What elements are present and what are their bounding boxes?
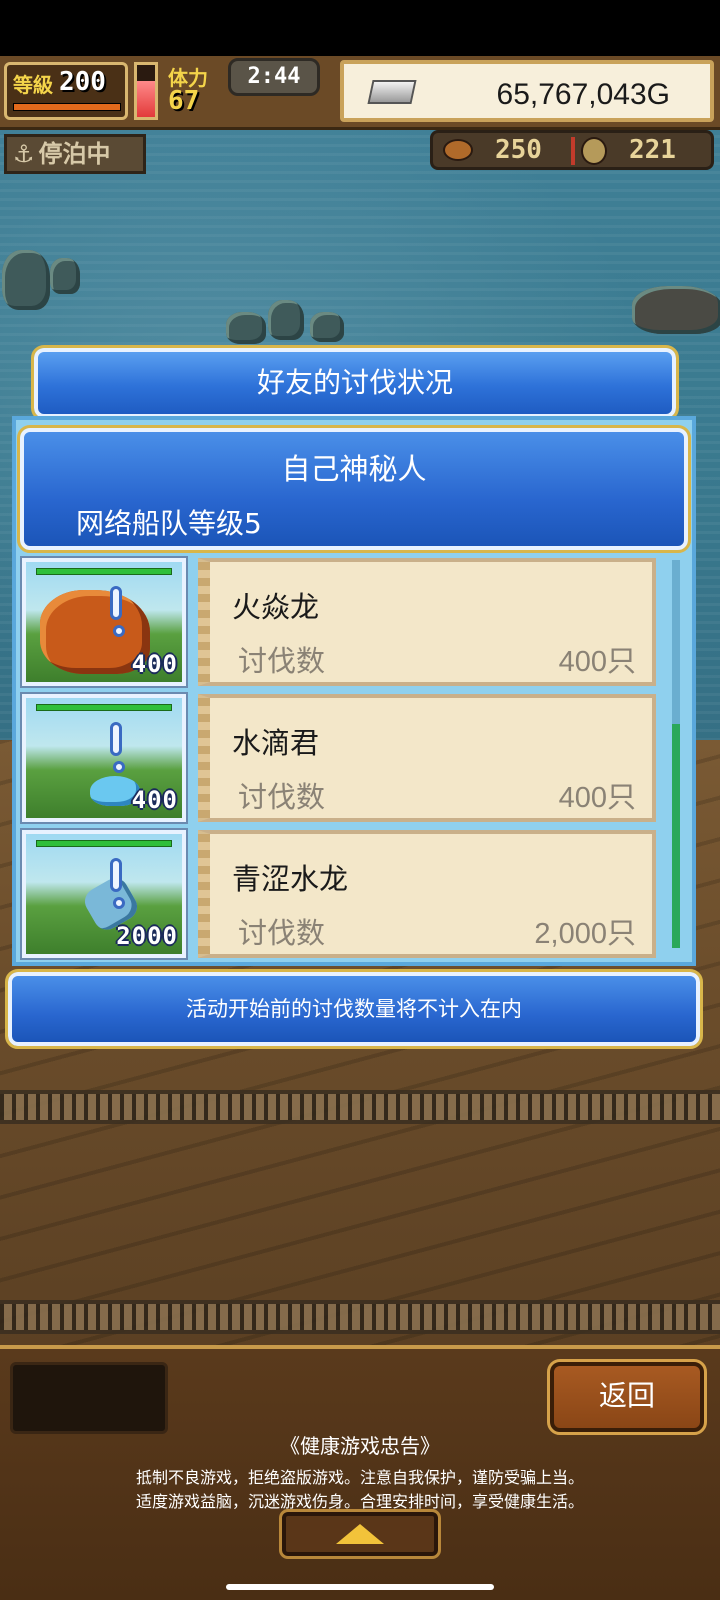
silver-ingot-icon [367, 80, 417, 104]
health-advice-line: 抵制不良游戏，拒绝盗版游戏。注意自我保护，谨防受骗上当。 [135, 1468, 584, 1487]
kill-target-badge: 2000 [116, 922, 178, 950]
back-button[interactable]: 返回 [547, 1359, 707, 1435]
entry-card: 火焱龙 讨伐数 400只 [198, 558, 656, 686]
water-dragon-icon: 2000 [20, 828, 188, 960]
food-value: 250 [495, 135, 542, 165]
kill-target-badge: 400 [131, 650, 178, 678]
up-arrow-icon [336, 1524, 384, 1544]
health-advice-line: 适度游戏益脑，沉迷游戏伤身。合理安排时间，享受健康生活。 [135, 1492, 584, 1511]
health-advice-title: 《健康游戏忠告》 [280, 1434, 440, 1458]
resource-display: 250 221 [430, 130, 714, 170]
level-display: 等級 200 [4, 62, 128, 120]
kill-count-label: 讨伐数 [238, 916, 326, 950]
kill-count-value: 2,000只 [534, 918, 636, 950]
fleet-level: 网络船队等级5 [76, 507, 262, 540]
kill-target-badge: 400 [131, 786, 178, 814]
expand-menu-button[interactable] [279, 1509, 441, 1559]
rock [50, 258, 80, 294]
kill-count-value: 400只 [558, 782, 636, 814]
monster-name: 火焱龙 [232, 590, 320, 624]
deck-railing [0, 1090, 720, 1124]
alert-icon [110, 722, 125, 773]
alert-icon [110, 858, 125, 909]
alert-icon [110, 586, 125, 637]
kill-count-label: 讨伐数 [238, 644, 326, 678]
gold-value: 65,767,043G [496, 78, 670, 111]
stamina-gauge-fill [137, 80, 155, 117]
rock [2, 250, 50, 310]
list-scrollbar-thumb[interactable] [672, 724, 680, 948]
resource-divider [571, 137, 575, 165]
food-icon [443, 139, 473, 161]
dialog-title: 好友的讨伐状况 [31, 345, 679, 421]
monster-name: 水滴君 [232, 726, 320, 760]
hp-bar [36, 568, 172, 575]
notice-banner: 活动开始前的讨伐数量将不计入在内 [5, 969, 703, 1049]
coin-value: 221 [629, 135, 676, 165]
coin-icon [581, 137, 607, 165]
anchor-status-label: 停泊中 [38, 140, 111, 168]
stamina-value: 67 [168, 86, 200, 116]
list-item[interactable]: 400 水滴君 讨伐数 400只 [18, 692, 678, 824]
kill-count-value: 400只 [558, 646, 636, 678]
water-drop-icon: 400 [20, 692, 188, 824]
rock [226, 312, 266, 344]
hp-bar [36, 704, 172, 711]
monster-name: 青涩水龙 [232, 862, 349, 896]
gold-display: 65,767,043G [340, 60, 714, 122]
stamina-gauge [134, 62, 158, 120]
anchor-status[interactable]: ⚓ 停泊中 [4, 134, 146, 174]
hp-bar [36, 840, 172, 847]
bottom-empty-slot [10, 1362, 168, 1434]
kill-list[interactable]: 400 火焱龙 讨伐数 400只 400 水滴君 讨伐数 400只 2000 青… [18, 556, 678, 960]
rock [632, 286, 720, 334]
rock [310, 312, 344, 342]
player-name: 自己神秘人 [281, 452, 427, 486]
status-bar-area [0, 0, 720, 56]
level-value: 200 [59, 67, 106, 97]
rock [268, 300, 304, 340]
entry-card: 青涩水龙 讨伐数 2,000只 [198, 830, 656, 958]
level-exp-bar [13, 103, 121, 111]
anchor-icon: ⚓ [13, 140, 35, 168]
deck-railing [0, 1300, 720, 1334]
home-indicator[interactable] [226, 1584, 494, 1590]
level-label: 等級 [13, 73, 53, 97]
entry-card: 水滴君 讨伐数 400只 [198, 694, 656, 822]
clock: 2:44 [228, 58, 320, 96]
kill-count-label: 讨伐数 [238, 780, 326, 814]
player-header: 自己神秘人 网络船队等级5 [17, 425, 691, 553]
fire-dragon-icon: 400 [20, 556, 188, 688]
list-item[interactable]: 400 火焱龙 讨伐数 400只 [18, 556, 678, 688]
list-item[interactable]: 2000 青涩水龙 讨伐数 2,000只 [18, 828, 678, 960]
